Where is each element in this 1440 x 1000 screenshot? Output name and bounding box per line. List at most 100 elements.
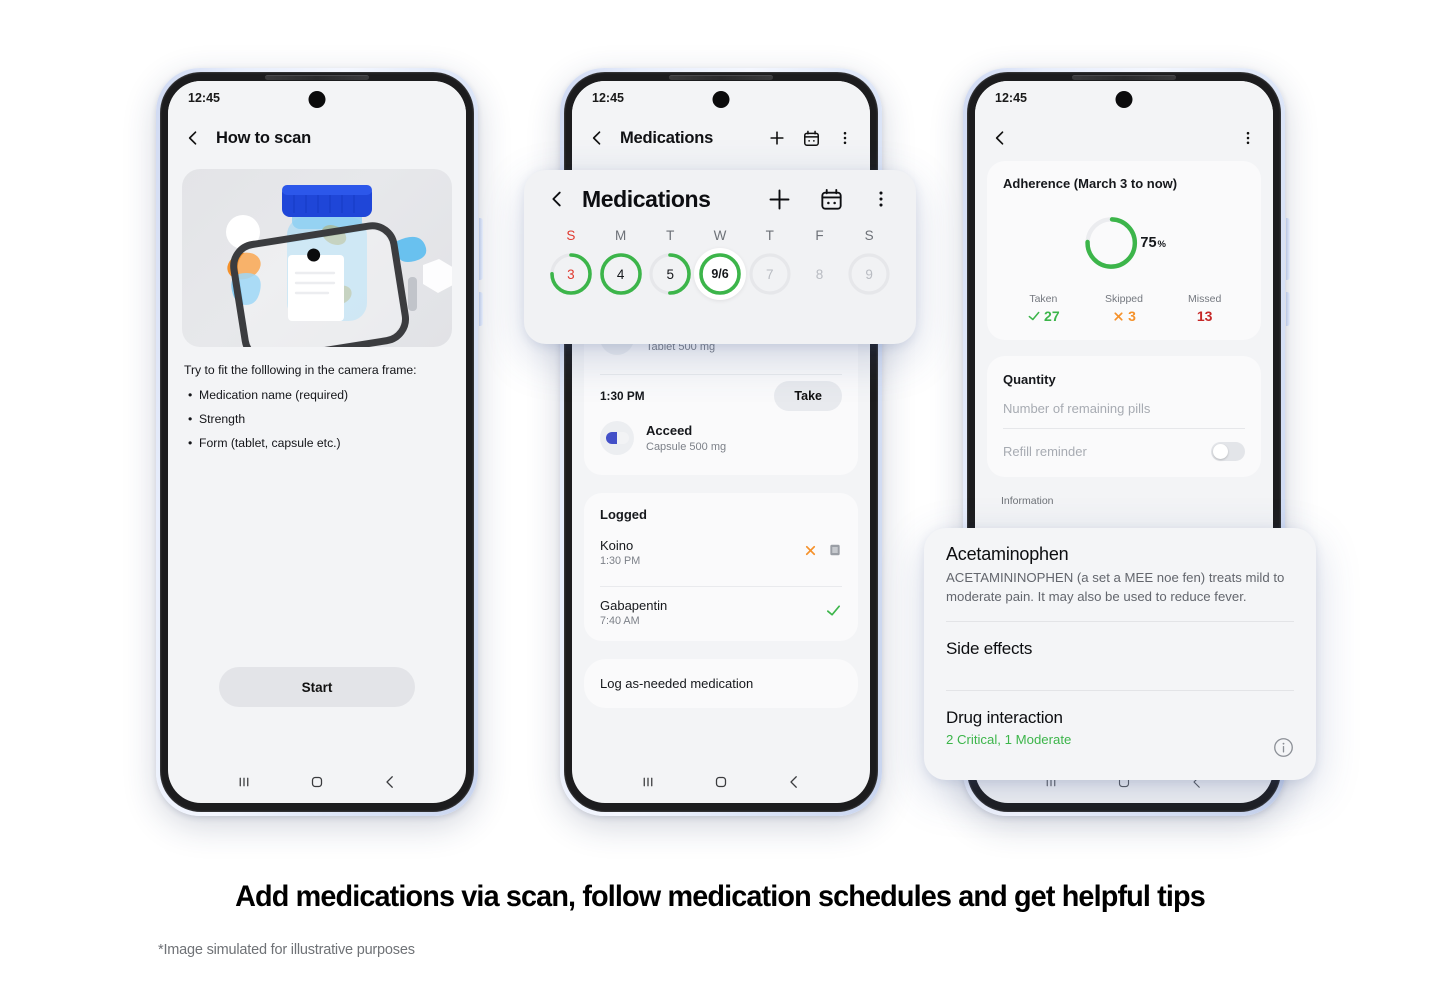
day-number: 7 [765,266,774,282]
power-button[interactable] [1286,292,1290,326]
medication-name: Acceed [646,422,693,438]
calendar-icon[interactable] [816,184,846,214]
refill-reminder-toggle[interactable] [1211,442,1245,461]
chevron-left-icon[interactable] [182,127,204,149]
calendar-icon[interactable] [800,127,822,149]
earpiece-speaker [669,75,773,80]
power-button[interactable] [479,292,483,326]
status-bar: 12:45 [975,81,1273,115]
take-button[interactable]: Take [774,381,842,411]
page-title: How to scan [216,128,311,147]
home-icon[interactable] [306,771,328,793]
log-as-needed-card[interactable]: Log as-needed medication [584,659,858,708]
refill-reminder-label: Refill reminder [1003,444,1087,459]
front-camera-icon [1115,91,1133,108]
day-cell[interactable]: 9 [844,247,894,301]
home-icon[interactable] [710,771,732,793]
instruction-bullet: • Strength [188,412,246,426]
back-icon[interactable] [783,771,805,793]
stat-label: Skipped [1105,293,1143,305]
day-cell[interactable]: 5 [645,247,695,301]
day-cell[interactable]: 3 [546,247,596,301]
day-cell[interactable]: 4 [596,247,646,301]
status-bar: 12:45 [572,81,870,115]
bullet-text: Medication name (required) [199,388,349,402]
earpiece-speaker [1072,75,1176,80]
plus-icon[interactable] [766,127,788,149]
info-circle-icon[interactable] [1273,737,1294,758]
check-icon[interactable] [825,602,842,624]
app-bar [975,115,1273,161]
drug-interaction-row[interactable]: Drug interaction [946,691,1294,728]
plus-icon[interactable] [764,184,794,214]
x-icon[interactable] [803,543,818,563]
stat-missed: Missed 13 [1164,293,1245,324]
side-effects-row[interactable]: Side effects [946,622,1294,676]
note-icon[interactable] [828,543,842,562]
info-title: Acetaminophen [946,544,1069,564]
instructions-lead: Try to fit the folllowing in the camera … [184,363,417,377]
overlay-app-bar: Medications [546,184,894,214]
day-number: 4 [616,266,625,282]
list-item[interactable]: Koino 1:30 PM [584,530,858,577]
medications-overlay-card: Medications S M T W T F S 3 4 5 9/6 7 8 9 [524,170,916,344]
day-progress-ring: 4 [599,252,643,296]
adherence-title: Adherence (March 3 to now) [1003,176,1178,191]
information-label: Information [1001,495,1054,507]
front-camera-icon [308,91,326,108]
chevron-left-icon[interactable] [586,127,608,149]
weekday-label: F [815,228,824,243]
day-progress-ring: 9 [847,252,891,296]
bullet-text: Strength [199,412,246,426]
overflow-menu-icon[interactable] [868,184,894,214]
recents-icon[interactable] [233,771,255,793]
adherence-card: Adherence (March 3 to now) 75% Taken 27 … [987,161,1261,340]
start-button[interactable]: Start [219,667,415,707]
promo-stage: 12:45 How to scan Try to fit the folllow… [0,0,1440,1000]
drug-interaction-value: 2 Critical, 1 Moderate [946,731,1072,747]
info-description: ACETAMININOPHEN (a set a MEE noe fen) tr… [946,570,1285,605]
day-cell[interactable]: 9/6 [694,247,747,301]
stat-value: 3 [1128,308,1136,324]
overflow-menu-icon[interactable] [1237,127,1259,149]
day-cell[interactable]: 7 [745,247,795,301]
stat-value: 13 [1196,308,1213,324]
adherence-stats: Taken 27 Skipped 3 Missed 13 [987,289,1261,340]
capsule-pill-icon [600,421,634,455]
recents-icon[interactable] [637,771,659,793]
day-cell[interactable]: 8 [795,247,845,301]
remaining-pills-input[interactable]: Number of remaining pills [987,387,1261,428]
day-number: 9 [865,266,873,282]
volume-button[interactable] [479,218,483,280]
page-title: Medications [620,128,714,147]
phone-device-how-to-scan: 12:45 How to scan Try to fit the folllow… [156,68,483,816]
chevron-left-icon[interactable] [546,188,568,210]
chevron-left-icon[interactable] [989,127,1011,149]
refill-reminder-row[interactable]: Refill reminder [987,429,1261,477]
check-icon [1028,311,1040,321]
overlay-title: Medications [582,185,711,212]
list-item[interactable]: Gabapentin 7:40 AM [584,587,858,641]
app-bar: How to scan [168,115,466,161]
day-progress-ring: 8 [797,252,841,296]
day-number: 9/6 [711,267,729,281]
overflow-menu-icon[interactable] [834,127,856,149]
bullet-text: Form (tablet, capsule etc.) [199,436,341,450]
logged-name: Gabapentin [600,598,668,613]
stat-skipped: Skipped 3 [1084,293,1165,324]
logged-time: 7:40 AM [600,615,640,627]
status-time: 12:45 [995,91,1027,105]
dose-time: 1:30 PM [600,389,645,403]
stat-label: Missed [1188,293,1222,305]
earpiece-speaker [265,75,369,80]
android-nav-bar [572,761,870,803]
back-icon[interactable] [379,771,401,793]
stat-label: Taken [1029,293,1058,305]
volume-button[interactable] [1286,218,1290,280]
instructions: Try to fit the folllowing in the camera … [168,347,466,450]
status-time: 12:45 [592,91,624,105]
remaining-pills-placeholder: Number of remaining pills [1003,401,1151,416]
status-bar: 12:45 [168,81,466,115]
instruction-bullet: • Medication name (required) [188,388,349,402]
medication-row[interactable]: Acceed Capsule 500 mg [584,411,858,465]
